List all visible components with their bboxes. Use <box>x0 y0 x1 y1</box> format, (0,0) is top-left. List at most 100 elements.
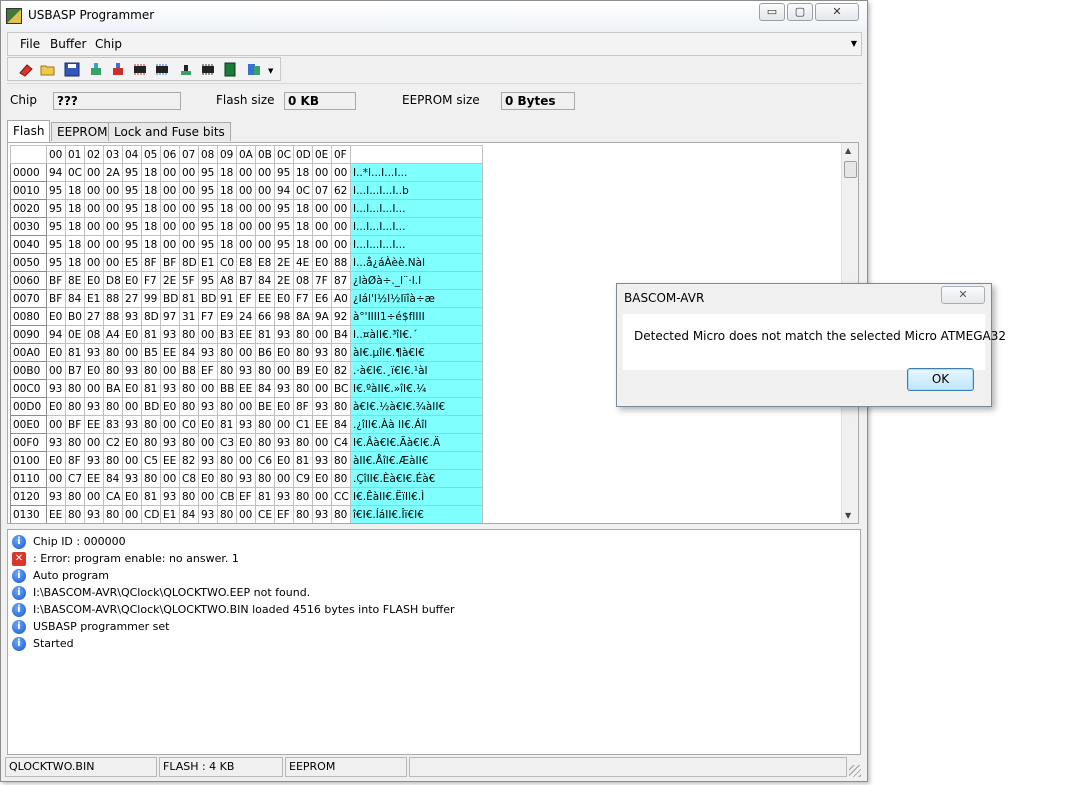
hex-byte-cell[interactable]: 07 <box>312 181 332 200</box>
hex-byte-cell[interactable]: 88 <box>103 289 123 308</box>
hex-row[interactable]: 0050 95 18 00 00 E5 8F BF 8D E1 C0 E8 E8 2E 4E E0 88 I...… <box>10 253 483 272</box>
hex-byte-cell[interactable]: 80 <box>65 379 85 398</box>
hex-byte-cell[interactable]: 80 <box>141 415 161 434</box>
hex-byte-cell[interactable]: BF <box>160 253 180 272</box>
hex-row[interactable]: 00A0 E0 81 93 80 00 B5 EE 84 93 80 00 B6 E0 80 93 80 àI€.… <box>10 343 483 362</box>
hex-byte-cell[interactable]: 00 <box>255 199 275 218</box>
hex-byte-cell[interactable]: 81 <box>141 325 161 344</box>
hex-ascii-cell[interactable]: à°'IIII1÷é$fIIII <box>350 307 483 326</box>
hex-byte-cell[interactable]: 18 <box>141 199 161 218</box>
hex-byte-cell[interactable]: 00 <box>84 217 104 236</box>
hex-byte-cell[interactable]: 93 <box>236 415 256 434</box>
hex-byte-cell[interactable]: 80 <box>141 469 161 488</box>
hex-byte-cell[interactable]: 00 <box>274 415 294 434</box>
hex-row[interactable]: 00B0 00 B7 E0 80 93 80 00 B8 EF 80 93 80 00 B9 E0 82 .·à€… <box>10 361 483 380</box>
hex-byte-cell[interactable]: 2E <box>274 253 294 272</box>
hex-byte-cell[interactable]: 00 <box>236 235 256 254</box>
hex-ascii-cell[interactable]: I...å¿áÀèè.Nàl <box>350 253 483 272</box>
tab-eeprom[interactable]: EEPROM <box>51 122 114 141</box>
hex-byte-cell[interactable]: 9A <box>312 307 332 326</box>
hex-byte-cell[interactable]: 95 <box>46 217 66 236</box>
hex-byte-cell[interactable]: 93 <box>46 379 66 398</box>
hex-byte-cell[interactable]: 18 <box>141 181 161 200</box>
hex-byte-cell[interactable]: 8D <box>141 307 161 326</box>
hex-byte-cell[interactable]: 18 <box>217 235 237 254</box>
hex-byte-cell[interactable]: EF <box>236 289 256 308</box>
hex-byte-cell[interactable]: E8 <box>236 253 256 272</box>
hex-byte-cell[interactable]: 95 <box>122 217 142 236</box>
hex-ascii-cell[interactable]: I...I...I...I... <box>350 217 483 236</box>
hex-byte-cell[interactable]: 00 <box>84 487 104 506</box>
hex-ascii-cell[interactable]: I..¤àII€.³îI€.´ <box>350 325 483 344</box>
hex-byte-cell[interactable]: EE <box>46 505 66 523</box>
hex-row[interactable]: 0030 95 18 00 00 95 18 00 00 95 18 00 00 95 18 00 00 I...… <box>10 217 483 236</box>
hex-byte-cell[interactable]: 08 <box>84 325 104 344</box>
hex-byte-cell[interactable]: 80 <box>217 361 237 380</box>
hex-byte-cell[interactable]: 00 <box>274 361 294 380</box>
hex-byte-cell[interactable]: E0 <box>46 397 66 416</box>
hex-byte-cell[interactable]: 00 <box>179 199 199 218</box>
hex-byte-cell[interactable]: 18 <box>293 199 313 218</box>
hex-byte-cell[interactable]: BA <box>103 379 123 398</box>
hex-byte-cell[interactable]: EE <box>312 415 332 434</box>
hex-byte-cell[interactable]: E6 <box>312 289 332 308</box>
write-chip-icon[interactable] <box>154 62 170 77</box>
hex-byte-cell[interactable]: 08 <box>293 271 313 290</box>
hex-byte-cell[interactable]: 84 <box>255 379 275 398</box>
hex-byte-cell[interactable]: 95 <box>122 199 142 218</box>
hex-byte-cell[interactable]: 94 <box>46 325 66 344</box>
hex-byte-cell[interactable]: 93 <box>236 361 256 380</box>
hex-byte-cell[interactable]: 0C <box>65 163 85 182</box>
hex-byte-cell[interactable]: 8E <box>65 271 85 290</box>
chip-icon[interactable] <box>200 62 216 77</box>
hex-byte-cell[interactable]: 84 <box>65 289 85 308</box>
hex-byte-cell[interactable]: 93 <box>122 469 142 488</box>
hex-byte-cell[interactable]: EF <box>274 505 294 523</box>
hex-byte-cell[interactable]: 00 <box>103 217 123 236</box>
hex-row[interactable]: 00C0 93 80 00 BA E0 81 93 80 00 BB EE 84 93 80 00 BC I€.º… <box>10 379 483 398</box>
hex-byte-cell[interactable]: F7 <box>141 271 161 290</box>
hex-byte-cell[interactable]: C2 <box>103 433 123 452</box>
hex-byte-cell[interactable]: 80 <box>293 325 313 344</box>
hex-byte-cell[interactable]: E0 <box>122 325 142 344</box>
hex-byte-cell[interactable]: 93 <box>312 451 332 470</box>
hex-byte-cell[interactable]: 00 <box>255 163 275 182</box>
hex-byte-cell[interactable]: 80 <box>103 451 123 470</box>
fuse-icon[interactable] <box>222 62 238 77</box>
hex-byte-cell[interactable]: 95 <box>198 163 218 182</box>
hex-byte-cell[interactable]: B3 <box>217 325 237 344</box>
hex-byte-cell[interactable]: 8F <box>293 397 313 416</box>
hex-byte-cell[interactable]: 80 <box>293 505 313 523</box>
hex-byte-cell[interactable]: 93 <box>46 433 66 452</box>
hex-row[interactable]: 0060 BF 8E E0 D8 E0 F7 2E 5F 95 A8 B7 84 2E 08 7F 87 ¿làØ… <box>10 271 483 290</box>
hex-byte-cell[interactable]: E9 <box>217 307 237 326</box>
save-icon[interactable] <box>64 62 80 77</box>
hex-byte-cell[interactable]: 18 <box>217 199 237 218</box>
hex-byte-cell[interactable]: 18 <box>65 217 85 236</box>
hex-byte-cell[interactable]: 81 <box>293 451 313 470</box>
hex-byte-cell[interactable]: 62 <box>331 181 351 200</box>
hex-byte-cell[interactable]: 84 <box>331 415 351 434</box>
hex-byte-cell[interactable]: 95 <box>198 271 218 290</box>
hex-byte-cell[interactable]: 80 <box>255 361 275 380</box>
verify-icon[interactable] <box>88 62 104 77</box>
hex-byte-cell[interactable]: E0 <box>312 469 332 488</box>
hex-byte-cell[interactable]: E0 <box>274 451 294 470</box>
hex-byte-cell[interactable]: 97 <box>160 307 180 326</box>
hex-byte-cell[interactable]: 31 <box>179 307 199 326</box>
hex-row[interactable]: 0120 93 80 00 CA E0 81 93 80 00 CB EF 81 93 80 00 CC I€.Ê… <box>10 487 483 506</box>
hex-byte-cell[interactable]: 00 <box>198 379 218 398</box>
hex-byte-cell[interactable]: 00 <box>236 505 256 523</box>
hex-byte-cell[interactable]: E0 <box>198 415 218 434</box>
hex-byte-cell[interactable]: 87 <box>331 271 351 290</box>
hex-byte-cell[interactable]: BE <box>255 397 275 416</box>
hex-byte-cell[interactable]: 00 <box>84 253 104 272</box>
hex-byte-cell[interactable]: 80 <box>217 505 237 523</box>
hex-byte-cell[interactable]: E0 <box>274 289 294 308</box>
hex-byte-cell[interactable]: 80 <box>331 397 351 416</box>
hex-byte-cell[interactable]: B6 <box>255 343 275 362</box>
hex-byte-cell[interactable]: 00 <box>179 163 199 182</box>
hex-byte-cell[interactable]: 80 <box>65 487 85 506</box>
hex-row[interactable]: 0040 95 18 00 00 95 18 00 00 95 18 00 00 95 18 00 00 I...… <box>10 235 483 254</box>
hex-byte-cell[interactable]: 84 <box>179 505 199 523</box>
